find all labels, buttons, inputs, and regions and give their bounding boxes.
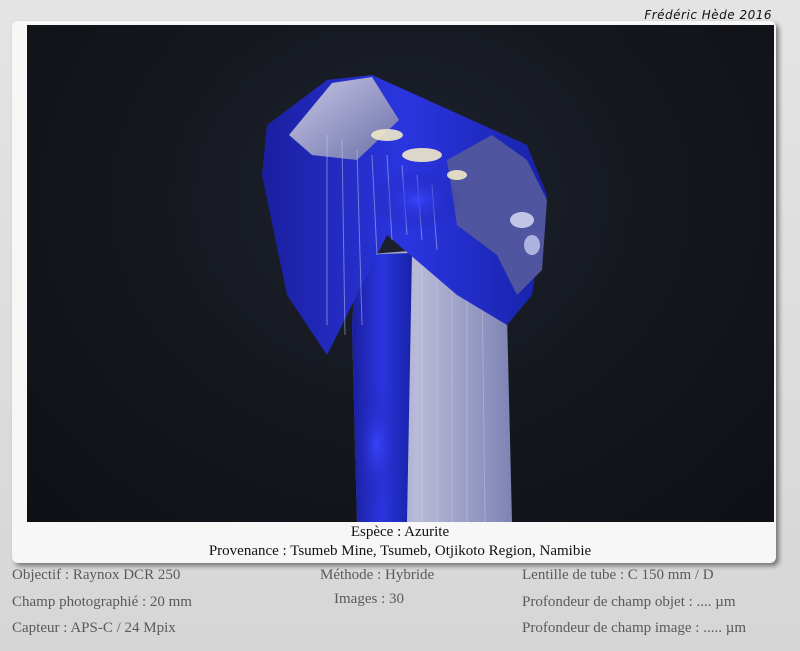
- image-dof-spec: Profondeur de champ image : ..... µm: [522, 620, 747, 636]
- photographer-credit: Frédéric Hède 2016: [644, 8, 772, 22]
- object-dof-spec: Profondeur de champ objet : .... µm: [522, 594, 736, 610]
- tube-lens-spec: Lentille de tube : C 150 mm / D: [522, 567, 714, 583]
- objective-spec: Objectif : Raynox DCR 250: [12, 567, 181, 583]
- origin-caption: Provenance : Tsumeb Mine, Tsumeb, Otjiko…: [208, 543, 592, 559]
- sensor-spec: Capteur : APS-C / 24 Mpix: [12, 620, 176, 636]
- azurite-photo: [27, 25, 774, 522]
- method-spec: Méthode : Hybride: [320, 567, 435, 583]
- images-spec: Images : 30: [334, 591, 404, 607]
- field-spec: Champ photographié : 20 mm: [12, 594, 192, 610]
- species-caption: Espèce : Azurite: [350, 524, 450, 540]
